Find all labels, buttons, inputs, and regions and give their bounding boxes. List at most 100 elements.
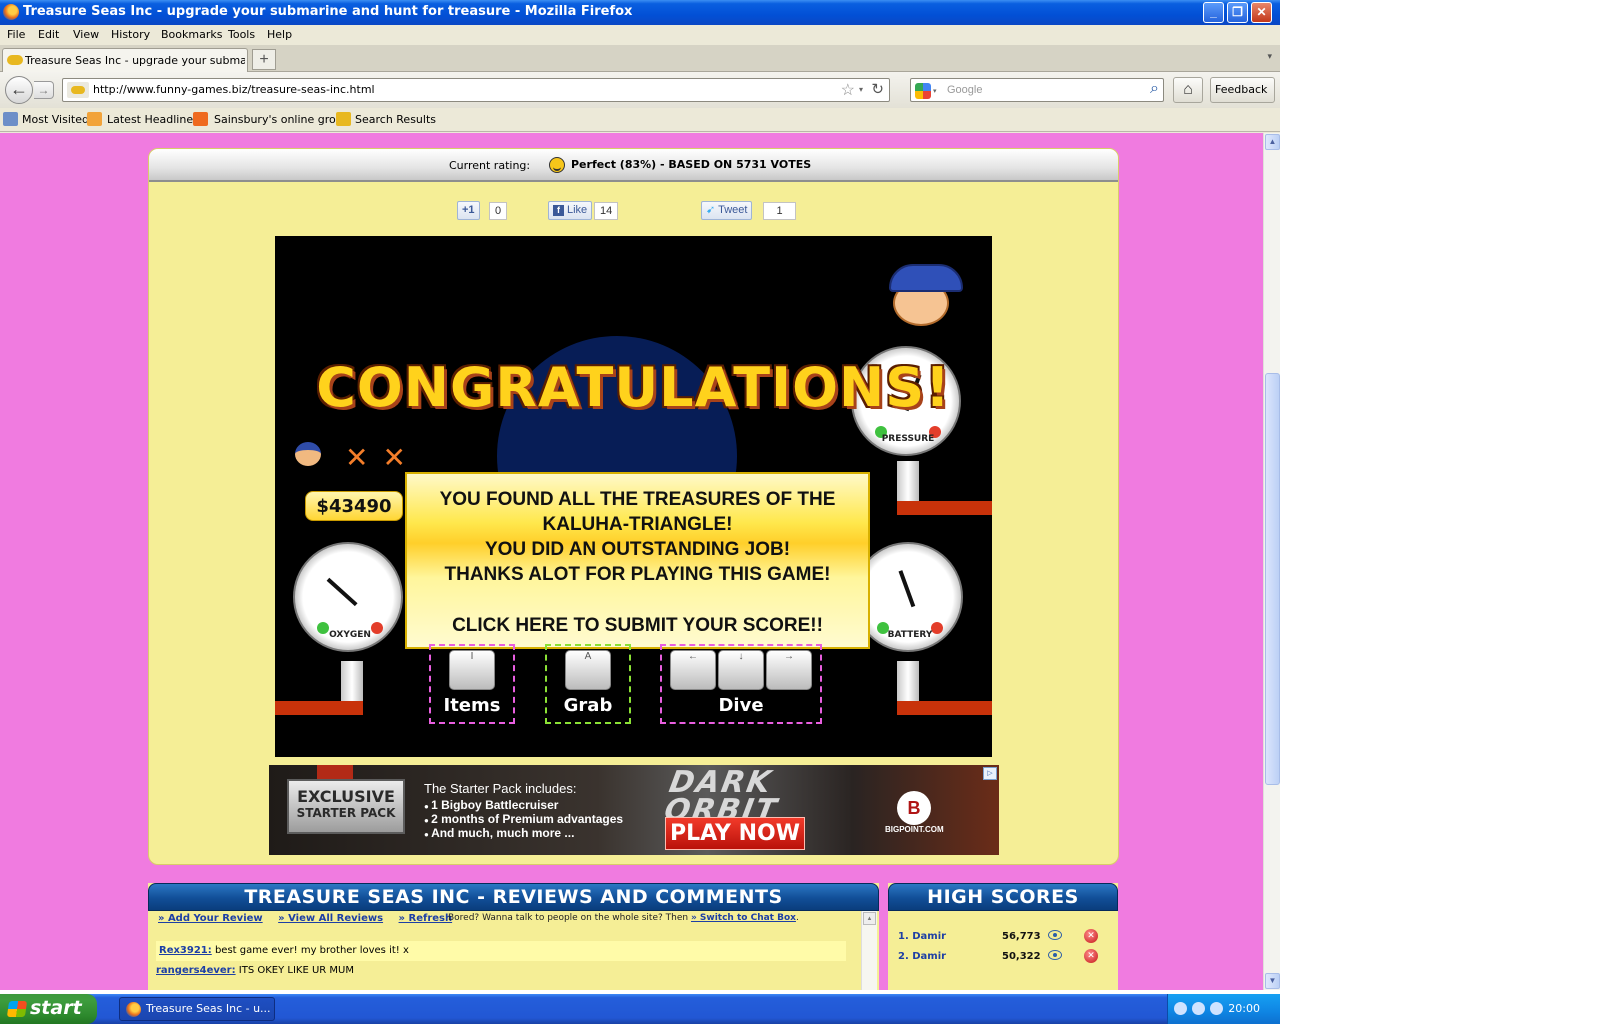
- taskbar-firefox-item[interactable]: Treasure Seas Inc - u...: [119, 997, 275, 1021]
- scroll-thumb[interactable]: [1265, 373, 1280, 785]
- site-favicon-icon: [7, 55, 23, 65]
- pressure-pipe-red: [897, 501, 992, 515]
- bookmark-sainsburys[interactable]: Sainsbury's online gro...: [214, 113, 346, 126]
- scroll-down-icon[interactable]: ▼: [1265, 973, 1280, 989]
- key-down: ↓: [718, 650, 764, 690]
- forward-button[interactable]: →: [34, 81, 54, 99]
- search-input[interactable]: Google: [947, 84, 982, 96]
- game-canvas[interactable]: PRESSURE OXYGEN BATTERY ✕✕ $43490 CONGRA…: [275, 236, 992, 757]
- reviews-scrollbar[interactable]: ▲: [861, 911, 877, 990]
- key-left: ←: [670, 650, 716, 690]
- title-bar[interactable]: Treasure Seas Inc - upgrade your submari…: [0, 0, 1280, 25]
- view-eye-icon[interactable]: [1048, 950, 1062, 960]
- search-bar[interactable]: ▾ Google ⌕: [910, 78, 1164, 102]
- reload-icon[interactable]: ↻: [871, 80, 884, 98]
- bookmark-latest-headlines[interactable]: Latest Headlines: [107, 113, 199, 126]
- delete-x-icon[interactable]: ✕: [1084, 929, 1098, 943]
- money-display: $43490: [305, 491, 403, 521]
- score-value: 56,773: [1002, 931, 1041, 942]
- add-review-link[interactable]: » Add Your Review: [158, 913, 263, 924]
- switch-to-chat-link[interactable]: » Switch to Chat Box: [691, 913, 796, 923]
- key-right: →: [766, 650, 812, 690]
- review-text: best game ever! my brother loves it! x: [211, 945, 409, 956]
- url-text[interactable]: http://www.funny-games.biz/treasure-seas…: [93, 83, 375, 96]
- scroll-up-arrow-icon[interactable]: ▲: [863, 912, 876, 925]
- system-tray: 20:00: [1167, 994, 1280, 1024]
- items-control: I Items: [429, 644, 515, 724]
- ad-banner[interactable]: EXCLUSIVE STARTER PACK The Starter Pack …: [269, 765, 999, 855]
- close-button[interactable]: ✕: [1251, 2, 1272, 23]
- page-content[interactable]: Current rating: Perfect (83%) - BASED ON…: [0, 133, 1263, 990]
- scroll-up-icon[interactable]: ▲: [1265, 134, 1280, 150]
- menu-view[interactable]: View: [73, 28, 99, 41]
- message-line-1: YOU FOUND ALL THE TREASURES OF THE: [439, 489, 836, 510]
- adchoices-icon[interactable]: ▷: [983, 767, 997, 780]
- tab-active[interactable]: Treasure Seas Inc - upgrade your submari…: [2, 48, 248, 72]
- review-user-link[interactable]: Rex3921:: [159, 945, 212, 956]
- tweet-button[interactable]: ➹ Tweet: [701, 201, 753, 220]
- search-icon[interactable]: ⌕: [1150, 80, 1159, 98]
- google-plus-one-button[interactable]: +1: [457, 201, 480, 220]
- engine-dropdown-icon[interactable]: ▾: [933, 87, 937, 95]
- menu-edit[interactable]: Edit: [38, 28, 59, 41]
- facebook-like-button[interactable]: f Like: [548, 201, 593, 220]
- minimize-button[interactable]: _: [1203, 2, 1224, 23]
- rating-value: Perfect (83%) - BASED ON 5731 VOTES: [571, 158, 812, 171]
- url-dropdown-icon[interactable]: ▾: [859, 85, 863, 94]
- refresh-link[interactable]: » Refresh: [399, 913, 453, 924]
- start-label: start: [30, 997, 82, 1019]
- menu-help[interactable]: Help: [267, 28, 292, 41]
- ad-heading: The Starter Pack includes:: [424, 781, 577, 796]
- page-scrollbar[interactable]: ▲ ▼: [1263, 133, 1280, 990]
- maximize-button[interactable]: ❐: [1227, 2, 1248, 23]
- feedback-button[interactable]: Feedback ▾: [1210, 77, 1275, 120]
- submit-score-link[interactable]: CLICK HERE TO SUBMIT YOUR SCORE!!: [407, 613, 868, 638]
- submit-score-box[interactable]: YOU FOUND ALL THE TREASURES OF THE KALUH…: [405, 472, 870, 649]
- windows-logo-icon: [6, 1001, 28, 1017]
- menu-file[interactable]: File: [7, 28, 25, 41]
- score-player-link[interactable]: 2. Damir: [898, 951, 946, 962]
- windows-taskbar: start Treasure Seas Inc - u... 20:00: [0, 994, 1280, 1024]
- new-tab-button[interactable]: +: [252, 49, 276, 70]
- firefox-icon: [3, 4, 19, 20]
- bookmarks-toolbar: Most Visited Latest Headlines Sainsbury'…: [0, 108, 1280, 132]
- reviews-panel: TREASURE SEAS INC - REVIEWS AND COMMENTS…: [148, 883, 879, 990]
- view-all-reviews-link[interactable]: » View All Reviews: [278, 913, 383, 924]
- tab-list-arrow-icon[interactable]: ▾: [1267, 51, 1272, 62]
- tray-arrow-icon[interactable]: [1174, 1002, 1187, 1015]
- review-user-link[interactable]: rangers4ever:: [156, 965, 236, 976]
- badge-line-2: STARTER PACK: [296, 806, 396, 820]
- view-eye-icon[interactable]: [1048, 930, 1062, 940]
- grab-label: Grab: [563, 695, 613, 716]
- sainsburys-icon: [193, 112, 208, 126]
- site-identity-icon[interactable]: [67, 82, 89, 98]
- back-button[interactable]: ←: [5, 76, 33, 104]
- score-row: 2. Damir 50,322 ✕: [894, 948, 1111, 966]
- message-line-4: THANKS ALOT FOR PLAYING THIS GAME!: [444, 564, 831, 585]
- delete-x-icon[interactable]: ✕: [1084, 949, 1098, 963]
- tweet-count: 1: [763, 202, 796, 220]
- desktop-screen: Treasure Seas Inc - upgrade your submari…: [0, 0, 1597, 1024]
- bookmark-search-results[interactable]: Search Results: [355, 113, 436, 126]
- score-player-link[interactable]: 1. Damir: [898, 931, 946, 942]
- network-icon[interactable]: [1192, 1002, 1205, 1015]
- start-button[interactable]: start: [0, 994, 97, 1024]
- bookmark-most-visited[interactable]: Most Visited: [22, 113, 89, 126]
- score-row: 1. Damir 56,773 ✕: [894, 928, 1111, 946]
- volume-icon[interactable]: [1210, 1002, 1223, 1015]
- oxygen-pipe-red: [275, 701, 363, 715]
- play-now-button[interactable]: PLAY NOW: [665, 817, 805, 850]
- oxygen-gauge: OXYGEN: [293, 542, 403, 652]
- battery-label: BATTERY: [887, 630, 933, 640]
- home-button[interactable]: ⌂: [1173, 77, 1203, 103]
- battery-pipe-red: [897, 701, 992, 715]
- items-label: Items: [443, 695, 501, 716]
- bookmark-star-icon[interactable]: ☆: [841, 80, 855, 100]
- like-label: Like: [567, 204, 588, 216]
- menu-history[interactable]: History: [111, 28, 150, 41]
- url-bar[interactable]: http://www.funny-games.biz/treasure-seas…: [62, 78, 890, 102]
- menu-bookmarks[interactable]: Bookmarks: [161, 28, 222, 41]
- high-scores-title: HIGH SCORES: [888, 883, 1118, 911]
- menu-tools[interactable]: Tools: [228, 28, 255, 41]
- google-engine-icon[interactable]: [915, 83, 931, 99]
